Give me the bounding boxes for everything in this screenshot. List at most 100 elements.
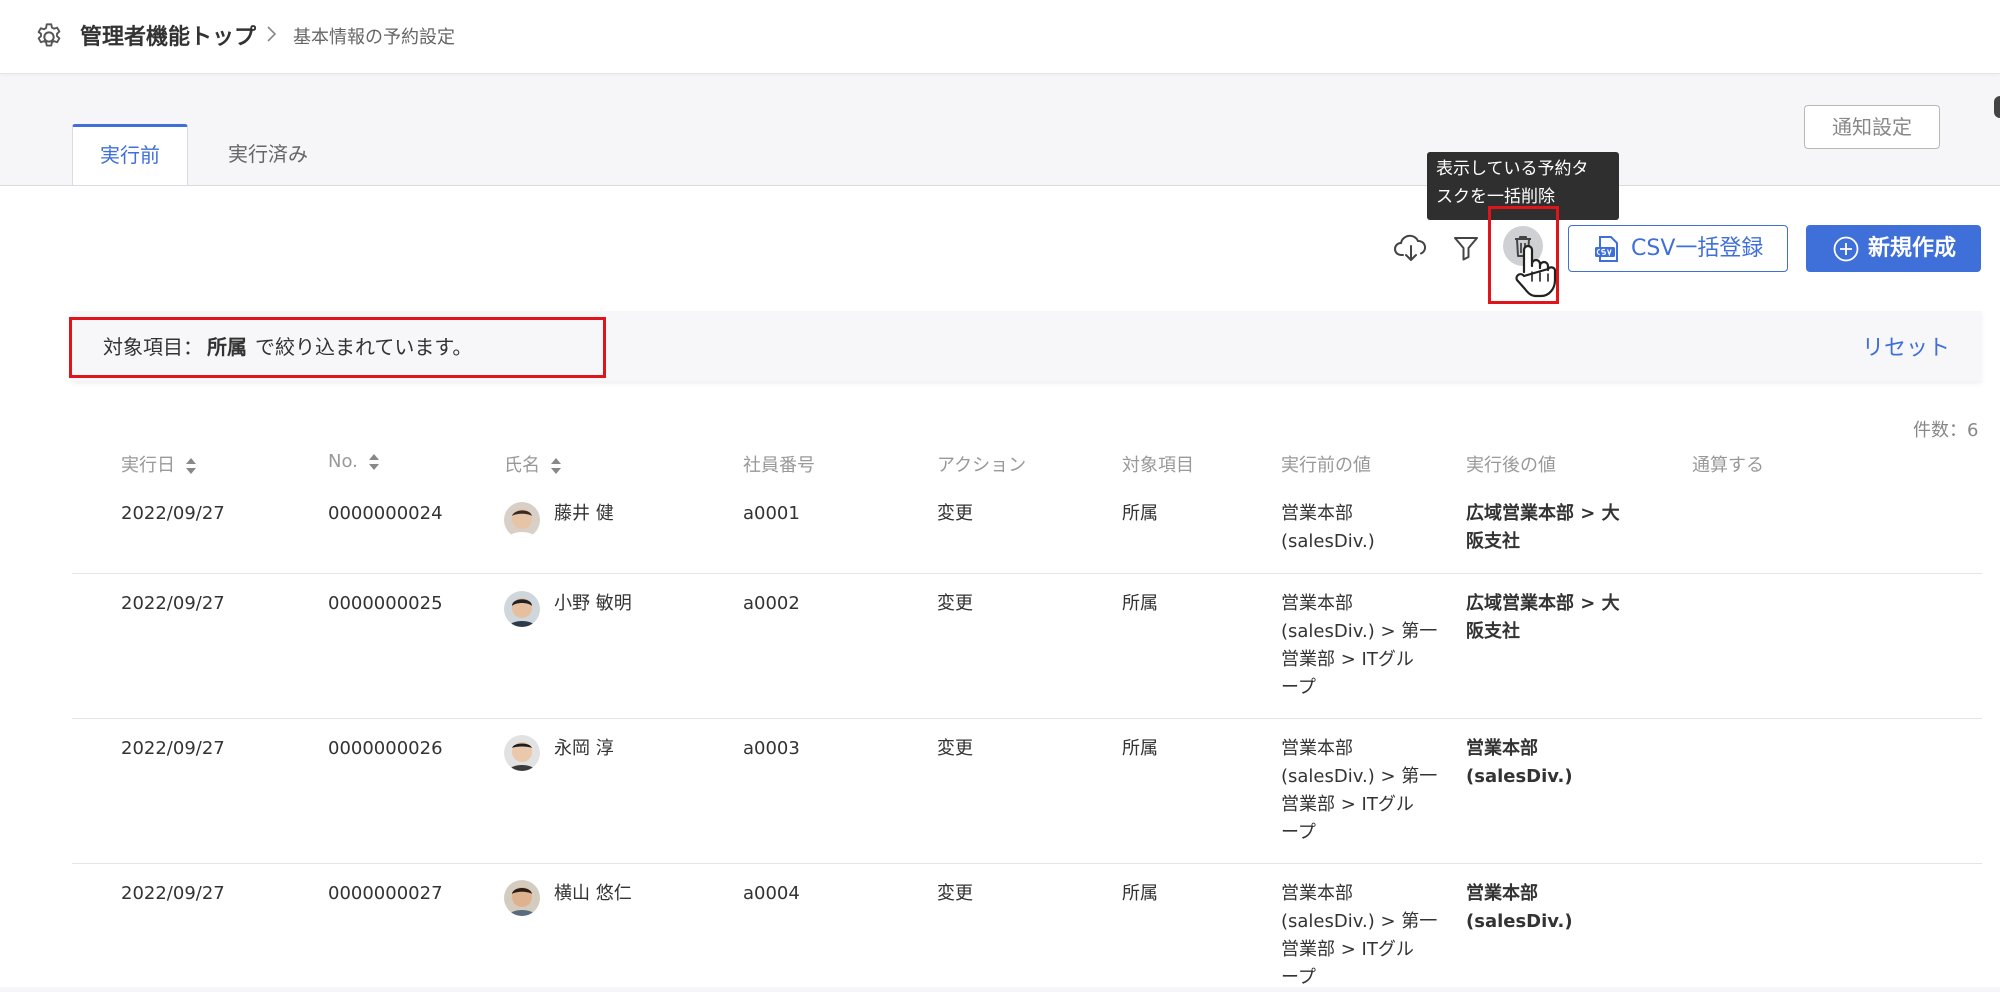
- cell-target: 所属: [1122, 503, 1158, 524]
- cell-no: 0000000027: [328, 883, 443, 904]
- cell-employee-no: a0004: [743, 883, 800, 904]
- cell-date: 2022/09/27: [121, 503, 225, 524]
- column-header-target: 対象項目: [1122, 455, 1194, 476]
- cell-before: 営業本部 (salesDiv.): [1281, 500, 1375, 556]
- cell-employee-no: a0001: [743, 503, 800, 524]
- cell-line: 営業部 > ITグル: [1281, 794, 1414, 815]
- cell-after: 営業本部 (salesDiv.): [1466, 880, 1573, 936]
- cell-line: 営業本部: [1281, 738, 1353, 759]
- cell-line: 営業本部: [1281, 883, 1353, 904]
- cell-line: ープ: [1281, 822, 1316, 843]
- cloud-download-icon[interactable]: [1391, 228, 1431, 268]
- cell-date: 2022/09/27: [121, 738, 225, 759]
- cell-action: 変更: [937, 503, 973, 524]
- cell-line: (salesDiv.) > 第一: [1281, 911, 1438, 932]
- filter-suffix: で絞り込まれています。: [255, 335, 473, 359]
- cell-line: 営業本部: [1281, 593, 1353, 614]
- cell-line: (salesDiv.) > 第一: [1281, 766, 1438, 787]
- cell-line: (salesDiv.): [1466, 766, 1573, 787]
- cell-line: ープ: [1281, 677, 1316, 698]
- column-label: 氏名: [504, 455, 540, 476]
- gear-icon[interactable]: [33, 21, 65, 53]
- plus-circle-icon: [1833, 236, 1859, 262]
- cell-line: 営業本部: [1281, 503, 1353, 524]
- filter-icon[interactable]: [1446, 228, 1486, 268]
- column-label: 実行日: [121, 455, 175, 476]
- column-header-no[interactable]: No.: [328, 451, 380, 472]
- avatar: [504, 880, 540, 916]
- cell-line: (salesDiv.): [1281, 531, 1375, 552]
- column-header-action: アクション: [937, 455, 1027, 476]
- cell-action: 変更: [937, 593, 973, 614]
- cell-line: ープ: [1281, 967, 1316, 988]
- row-divider: [72, 863, 1982, 864]
- sort-icon[interactable]: [185, 456, 197, 476]
- cell-name[interactable]: 小野 敏明: [554, 590, 632, 618]
- cell-after: 広域営業本部 > 大 阪支社: [1466, 590, 1620, 646]
- tooltip-line-1: 表示している予約タ: [1436, 159, 1589, 179]
- main-content: [0, 186, 2000, 987]
- cell-line: (salesDiv.) > 第一: [1281, 621, 1438, 642]
- column-header-name[interactable]: 氏名: [504, 451, 562, 477]
- create-button-label: 新規作成: [1868, 236, 1957, 261]
- tab-before-execution[interactable]: 実行前: [72, 124, 188, 186]
- cell-date: 2022/09/27: [121, 883, 225, 904]
- create-new-button[interactable]: 新規作成: [1806, 225, 1981, 272]
- column-header-employee-no: 社員番号: [743, 455, 815, 476]
- cell-no: 0000000024: [328, 503, 443, 524]
- avatar: [504, 591, 540, 627]
- result-count: 件数：6: [1913, 420, 1979, 441]
- cell-name[interactable]: 横山 悠仁: [554, 880, 632, 908]
- cell-after: 広域営業本部 > 大 阪支社: [1466, 500, 1620, 556]
- csv-bulk-register-button[interactable]: CSV一括登録: [1568, 225, 1788, 272]
- cell-line: 営業本部: [1466, 738, 1538, 759]
- tab-divider: [0, 185, 2000, 186]
- cell-before: 営業本部 (salesDiv.) > 第一 営業部 > ITグル ープ: [1281, 880, 1437, 992]
- column-header-before: 実行前の値: [1281, 455, 1371, 476]
- app-header: 管理者機能トップ 基本情報の予約設定: [0, 0, 2000, 74]
- sort-icon[interactable]: [368, 452, 380, 472]
- breadcrumb-top[interactable]: 管理者機能トップ: [80, 19, 256, 51]
- cell-employee-no: a0003: [743, 738, 800, 759]
- cell-employee-no: a0002: [743, 593, 800, 614]
- filter-prefix: 対象項目：: [103, 335, 203, 359]
- row-divider: [72, 718, 1982, 719]
- cell-line: 阪支社: [1466, 621, 1520, 642]
- avatar: [504, 502, 540, 538]
- cell-target: 所属: [1122, 738, 1158, 759]
- cell-line: 営業本部: [1466, 883, 1538, 904]
- column-header-cumulative: 通算する: [1692, 455, 1764, 476]
- hand-pointer-icon: [1515, 244, 1557, 298]
- column-label: No.: [328, 451, 358, 472]
- breadcrumb-current: 基本情報の予約設定: [293, 27, 455, 48]
- tab-executed[interactable]: 実行済み: [228, 124, 328, 186]
- cell-line: 広域営業本部 > 大: [1466, 593, 1620, 614]
- cell-before: 営業本部 (salesDiv.) > 第一 営業部 > ITグル ープ: [1281, 735, 1437, 847]
- row-divider: [72, 573, 1982, 574]
- cell-line: 広域営業本部 > 大: [1466, 503, 1620, 524]
- filter-item: 所属: [207, 335, 247, 359]
- cell-line: (salesDiv.): [1466, 911, 1573, 932]
- avatar: [504, 735, 540, 771]
- cell-date: 2022/09/27: [121, 593, 225, 614]
- csv-icon: [1595, 236, 1618, 262]
- sort-icon[interactable]: [550, 456, 562, 476]
- filter-status-text: 対象項目： 所属 で絞り込まれています。: [103, 331, 472, 360]
- cell-name[interactable]: 永岡 淳: [554, 735, 614, 763]
- edge-indicator: [1994, 96, 2000, 118]
- cell-action: 変更: [937, 738, 973, 759]
- cell-line: 営業部 > ITグル: [1281, 939, 1414, 960]
- cell-target: 所属: [1122, 593, 1158, 614]
- column-header-date[interactable]: 実行日: [121, 451, 197, 477]
- csv-button-label: CSV一括登録: [1631, 236, 1764, 261]
- chevron-right-icon: [267, 26, 277, 42]
- cell-no: 0000000025: [328, 593, 443, 614]
- column-header-after: 実行後の値: [1466, 455, 1556, 476]
- notification-settings-button[interactable]: 通知設定: [1804, 105, 1940, 149]
- cell-no: 0000000026: [328, 738, 443, 759]
- cell-line: 営業部 > ITグル: [1281, 649, 1414, 670]
- cell-target: 所属: [1122, 883, 1158, 904]
- reset-filter-link[interactable]: リセット: [1862, 330, 1950, 362]
- cell-name[interactable]: 藤井 健: [554, 500, 614, 528]
- cell-line: 阪支社: [1466, 531, 1520, 552]
